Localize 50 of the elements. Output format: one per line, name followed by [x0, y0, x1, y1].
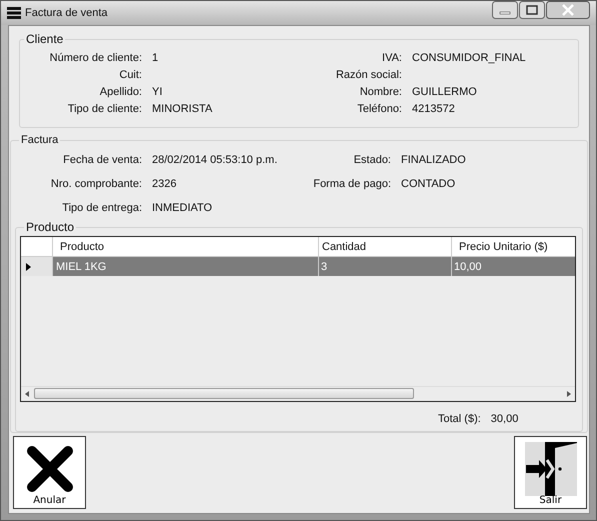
table-cell: 3 — [319, 257, 452, 276]
field-label: Nro. comprobante: — [50, 178, 142, 190]
field-label: Estado: — [352, 154, 391, 166]
total-label: Total ($): — [438, 413, 481, 426]
total-value: 30,00 — [490, 413, 518, 426]
scroll-right-icon[interactable] — [567, 391, 571, 397]
field-label: Tipo de entrega: — [61, 202, 142, 214]
close-icon — [24, 444, 74, 494]
column-header[interactable]: Cantidad — [319, 237, 452, 256]
field-value: 2326 — [152, 178, 178, 190]
field-value: CONSUMIDOR_FINAL — [412, 52, 526, 64]
table-cell: 10,00 — [452, 257, 575, 276]
exit-button[interactable]: Salir — [514, 436, 587, 509]
field-label: Tipo de cliente: — [66, 103, 142, 115]
field-value: GUILLERMO — [412, 86, 478, 98]
group-title: Factura — [20, 134, 60, 146]
current-row-icon — [26, 262, 31, 270]
field-label: Razón social: — [334, 69, 402, 81]
table-row[interactable]: MIEL 1KG 3 10,00 — [21, 257, 575, 276]
close-icon[interactable] — [546, 1, 590, 19]
group-title: Producto — [25, 220, 76, 234]
group-title: Cliente — [25, 32, 64, 46]
minimize-icon[interactable] — [492, 1, 518, 19]
field-label: Cuit: — [118, 69, 142, 81]
field-label: IVA: — [381, 52, 402, 64]
field-value: 28/02/2014 05:53:10 p.m. — [152, 154, 278, 166]
field-label: Teléfono: — [356, 103, 402, 115]
field-value: INMEDIATO — [152, 202, 214, 214]
table-cell: MIEL 1KG — [53, 257, 319, 276]
cancel-button[interactable]: Anular — [13, 436, 86, 509]
field-value: CONTADO — [401, 178, 456, 190]
field-label: Apellido: — [98, 86, 142, 98]
field-value: FINALIZADO — [401, 154, 466, 166]
field-label: Nombre: — [358, 86, 402, 98]
field-value: 4213572 — [412, 103, 456, 115]
field-label: Número de cliente: — [48, 52, 142, 64]
exit-door-icon — [524, 442, 576, 496]
window-title: Factura de venta — [25, 7, 108, 19]
maximize-icon[interactable] — [519, 1, 545, 19]
field-value: MINORISTA — [152, 103, 214, 115]
scroll-thumb[interactable] — [34, 388, 414, 399]
field-label: Fecha de venta: — [62, 154, 142, 166]
column-header[interactable]: Precio Unitario ($) — [452, 237, 575, 256]
scroll-left-icon[interactable] — [25, 391, 29, 397]
field-label: Forma de pago: — [312, 178, 391, 190]
horizontal-scrollbar[interactable] — [21, 386, 575, 401]
column-header[interactable]: Producto — [53, 237, 319, 256]
field-value: 1 — [152, 52, 160, 64]
field-value: YI — [152, 86, 164, 98]
menu-icon[interactable] — [7, 7, 21, 19]
